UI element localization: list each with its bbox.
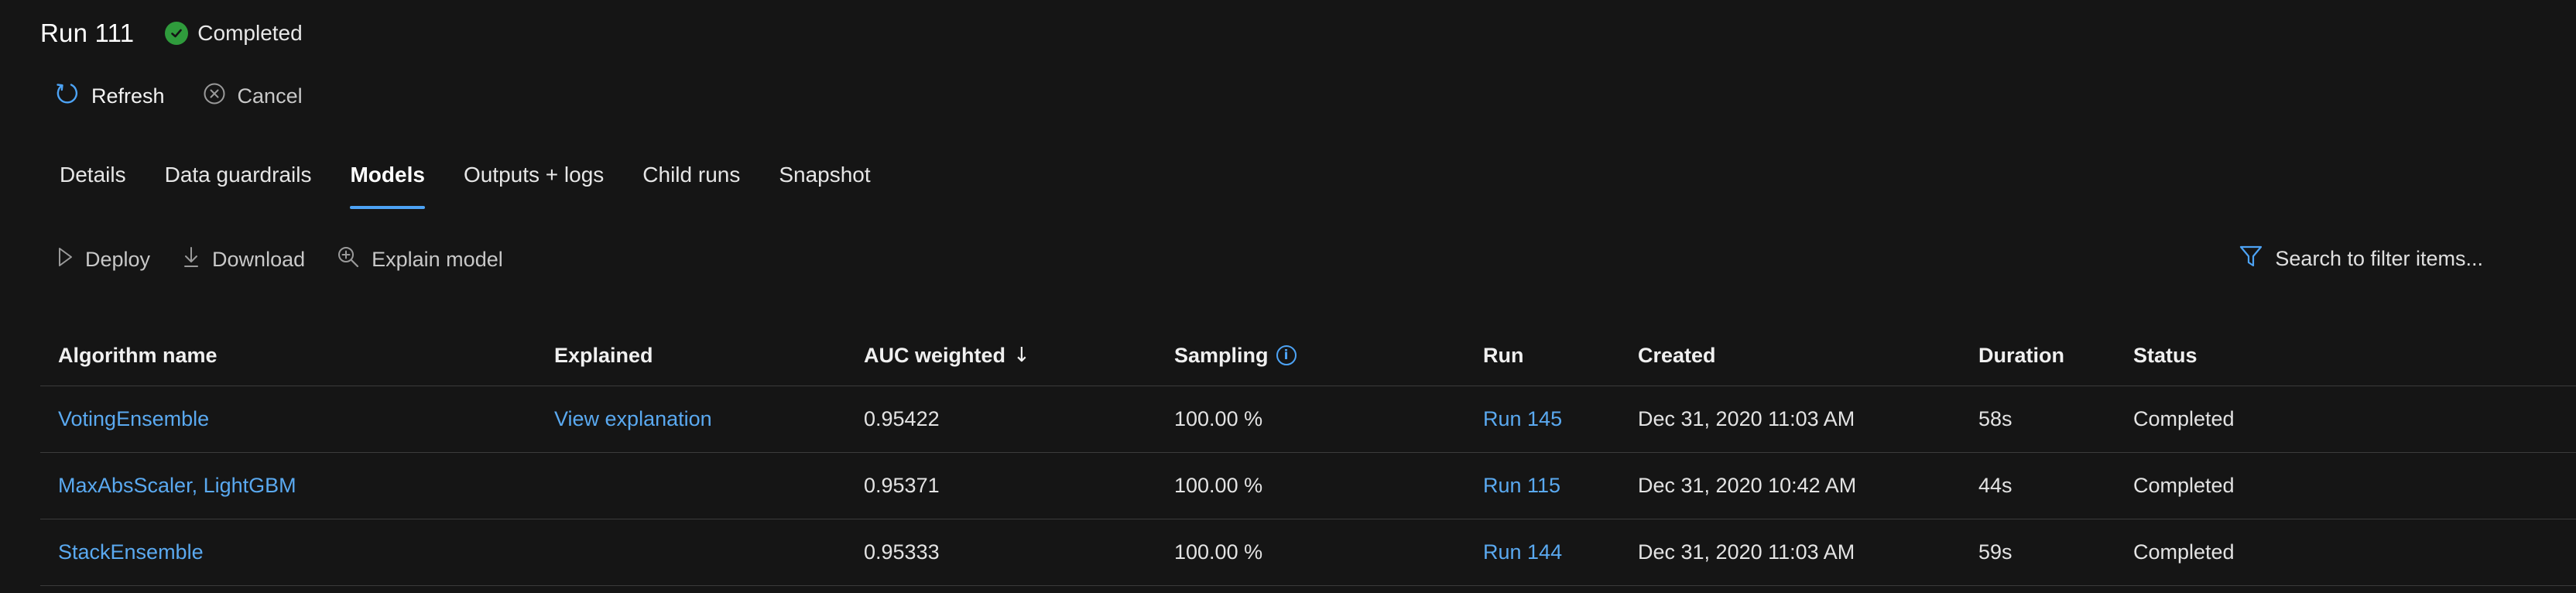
- column-header-auc-weighted[interactable]: AUC weighted ↓: [864, 344, 1030, 368]
- run-tabs: Details Data guardrails Models Outputs +…: [40, 159, 890, 209]
- search-input[interactable]: Search to filter items...: [2275, 247, 2483, 271]
- cancel-icon: [202, 81, 227, 111]
- run-status: Completed: [165, 21, 303, 46]
- column-header-status-label: Status: [2133, 343, 2197, 367]
- column-header-duration-label: Duration: [1978, 343, 2064, 367]
- duration-value: 44s: [1978, 474, 2012, 497]
- page-title: Run 111: [40, 19, 135, 47]
- deploy-label: Deploy: [85, 247, 151, 271]
- status-value: Completed: [2133, 474, 2235, 497]
- algorithm-link[interactable]: StackEnsemble: [58, 540, 204, 564]
- tab-details[interactable]: Details: [40, 159, 146, 206]
- column-header-explained[interactable]: Explained: [554, 344, 653, 368]
- auc-value: 0.95371: [864, 474, 940, 497]
- created-value: Dec 31, 2020 11:03 AM: [1638, 540, 1855, 564]
- page-header: Run 111 Completed: [40, 12, 303, 54]
- table-row[interactable]: StackEnsemble 0.95333 100.00 % Run 144 D…: [40, 519, 2576, 586]
- auc-value: 0.95422: [864, 407, 940, 430]
- algorithm-link[interactable]: MaxAbsScaler, LightGBM: [58, 474, 296, 498]
- download-icon: [181, 245, 201, 274]
- run-link[interactable]: Run 115: [1483, 474, 1560, 498]
- auc-value: 0.95333: [864, 540, 940, 564]
- refresh-button[interactable]: Refresh: [54, 81, 165, 112]
- column-header-duration[interactable]: Duration: [1978, 344, 2064, 368]
- cancel-label: Cancel: [237, 84, 303, 108]
- tab-outputs-logs[interactable]: Outputs + logs: [444, 159, 623, 206]
- column-header-status[interactable]: Status: [2133, 344, 2197, 368]
- download-button[interactable]: Download: [181, 245, 305, 274]
- command-bar: Refresh Cancel: [54, 77, 303, 115]
- run-link[interactable]: Run 145: [1483, 407, 1562, 431]
- play-icon: [56, 246, 74, 273]
- tab-child-runs[interactable]: Child runs: [623, 159, 759, 206]
- table-row[interactable]: MaxAbsScaler, LightGBM 0.95371 100.00 % …: [40, 453, 2576, 519]
- check-circle-icon: [165, 22, 189, 45]
- created-value: Dec 31, 2020 11:03 AM: [1638, 407, 1855, 430]
- view-explanation-link[interactable]: View explanation: [554, 407, 712, 431]
- tab-models[interactable]: Models: [331, 159, 444, 209]
- column-header-algorithm-label: Algorithm name: [58, 343, 218, 367]
- refresh-icon: [54, 81, 80, 112]
- info-icon[interactable]: i: [1276, 345, 1297, 365]
- sampling-value: 100.00 %: [1174, 540, 1263, 564]
- column-header-run[interactable]: Run: [1483, 344, 1523, 368]
- column-header-algorithm[interactable]: Algorithm name: [58, 344, 218, 368]
- sampling-value: 100.00 %: [1174, 407, 1263, 430]
- models-toolbar: Deploy Download Explain model: [56, 242, 503, 277]
- filter-icon: [2238, 243, 2264, 275]
- explain-model-button[interactable]: Explain model: [336, 245, 503, 275]
- duration-value: 58s: [1978, 407, 2012, 430]
- download-label: Download: [212, 247, 306, 271]
- column-header-auc-label: AUC weighted: [864, 343, 1006, 367]
- status-value: Completed: [2133, 540, 2235, 564]
- filter-search-box[interactable]: Search to filter items...: [2238, 240, 2483, 277]
- sampling-value: 100.00 %: [1174, 474, 1263, 497]
- run-status-label: Completed: [197, 21, 303, 45]
- tab-snapshot[interactable]: Snapshot: [759, 159, 889, 206]
- column-header-sampling-label: Sampling: [1174, 343, 1269, 367]
- sort-descending-icon: ↓: [1013, 344, 1030, 367]
- models-table: Algorithm name Explained AUC weighted ↓ …: [40, 325, 2576, 586]
- cancel-button[interactable]: Cancel: [202, 81, 303, 111]
- table-header-row: Algorithm name Explained AUC weighted ↓ …: [40, 325, 2576, 386]
- column-header-explained-label: Explained: [554, 343, 653, 367]
- run-link[interactable]: Run 144: [1483, 540, 1562, 564]
- explain-model-label: Explain model: [372, 247, 503, 271]
- table-row[interactable]: VotingEnsemble View explanation 0.95422 …: [40, 386, 2576, 453]
- created-value: Dec 31, 2020 10:42 AM: [1638, 474, 1857, 497]
- column-header-sampling[interactable]: Sampling i: [1174, 344, 1297, 368]
- refresh-label: Refresh: [91, 84, 165, 108]
- duration-value: 59s: [1978, 540, 2012, 564]
- status-value: Completed: [2133, 407, 2235, 430]
- deploy-button[interactable]: Deploy: [56, 246, 150, 273]
- column-header-created[interactable]: Created: [1638, 344, 1716, 368]
- column-header-run-label: Run: [1483, 343, 1524, 367]
- zoom-in-icon: [336, 245, 361, 275]
- column-header-created-label: Created: [1638, 343, 1716, 367]
- algorithm-link[interactable]: VotingEnsemble: [58, 407, 209, 431]
- run-models-page: Run 111 Completed Refresh Cancel Details…: [0, 0, 2576, 593]
- tab-data-guardrails[interactable]: Data guardrails: [146, 159, 331, 206]
